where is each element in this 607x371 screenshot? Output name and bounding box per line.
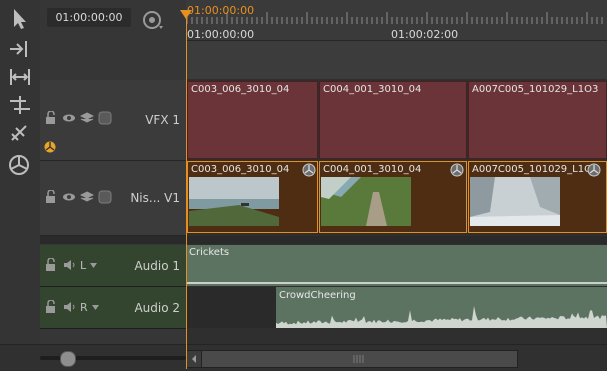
playhead-line[interactable] (186, 14, 187, 369)
lock-icon[interactable] (44, 300, 58, 314)
snap-target-icon[interactable] (140, 9, 166, 31)
audio1-track-header[interactable]: L Audio 1 (40, 245, 186, 287)
video-track-name: Nis... V1 (130, 191, 180, 205)
clip-label: C003_006_3010_04 (191, 164, 290, 175)
vfx-track-header[interactable]: VFX 1 (40, 80, 186, 161)
grip-icon (353, 355, 364, 363)
audio1-track-name: Audio 1 (134, 259, 180, 273)
scroll-left-button[interactable] (186, 350, 202, 368)
audio-clip-crickets[interactable]: Crickets (186, 245, 607, 286)
vfx-clip-2[interactable]: C004_001_3010_04 (319, 81, 467, 159)
vfx-track-lane: C003_006_3010_04 C004_001_3010_04 A007C0… (186, 80, 607, 160)
timeline-bottom-bar (0, 344, 607, 370)
audio1-track-lane: Crickets (186, 245, 607, 286)
waveform (186, 282, 607, 284)
slide-icon[interactable] (6, 92, 34, 118)
audio2-track-lane: CrowdCheering (186, 287, 607, 328)
channel-selector[interactable]: L (80, 259, 86, 272)
clip-label: C004_001_3010_04 (323, 164, 422, 175)
video-track-lane: C003_006_3010_04 C004_001_3010_04 A007C0… (186, 161, 607, 235)
audio2-track-header[interactable]: R Audio 2 (40, 287, 186, 329)
tool-palette (0, 0, 41, 369)
video-clip-1[interactable]: C003_006_3010_04 (187, 161, 318, 233)
select-arrow-icon[interactable] (6, 6, 34, 32)
layers-icon[interactable] (80, 111, 94, 125)
vfx-track-name: VFX 1 (145, 113, 180, 127)
clip-thumbnail (470, 177, 560, 226)
retime-badge-icon (450, 163, 464, 177)
lock-icon[interactable] (44, 190, 58, 204)
eye-icon[interactable] (62, 111, 76, 125)
eye-icon[interactable] (62, 190, 76, 204)
clip-label: A007C005_101029_L1O3 (472, 164, 599, 175)
retime-badge-icon (587, 163, 601, 177)
video-track-header[interactable]: Nis... V1 (40, 161, 186, 236)
ruler-mark-0: 01:00:00:00 (187, 28, 255, 41)
chevron-left-icon (192, 355, 196, 363)
video-clip-3[interactable]: A007C005_101029_L1O3 (468, 161, 607, 233)
audio-clip-crowdcheering[interactable]: CrowdCheering (276, 287, 607, 328)
speaker-icon[interactable] (62, 258, 76, 272)
slip-icon[interactable] (6, 64, 34, 90)
razor-icon[interactable] (6, 120, 34, 146)
clip-label: A007C005_101029_L1O3 (472, 84, 599, 95)
vfx-clip-1[interactable]: C003_006_3010_04 (187, 81, 318, 159)
multi-tool-icon[interactable] (6, 152, 34, 178)
horizontal-scrollbar-thumb[interactable] (201, 350, 518, 368)
audio2-track-name: Audio 2 (134, 301, 180, 315)
retime-badge-icon (302, 163, 316, 177)
blend-icon[interactable] (98, 111, 112, 125)
timeline-empty-strip (186, 41, 607, 79)
layers-icon[interactable] (80, 190, 94, 204)
clip-thumbnail (189, 177, 279, 226)
clip-label: C003_006_3010_04 (191, 84, 290, 95)
chevron-down-icon[interactable] (91, 304, 99, 310)
vfx-badge-icon (44, 141, 56, 153)
timeline-ruler[interactable]: 01:00:00:00 01:00:00:00 01:00:02:00 (186, 0, 607, 41)
track-insert-icon[interactable] (6, 36, 34, 62)
ruler-mark-1: 01:00:02:00 (391, 28, 459, 41)
vfx-clip-3[interactable]: A007C005_101029_L1O3 (468, 81, 607, 159)
waveform (276, 306, 607, 328)
track-divider[interactable] (40, 236, 607, 244)
channel-selector[interactable]: R (80, 301, 88, 314)
lock-icon[interactable] (44, 258, 58, 272)
lock-icon[interactable] (44, 111, 58, 125)
clip-label: CrowdCheering (279, 290, 356, 301)
clip-thumbnail (321, 177, 411, 226)
clip-label: Crickets (189, 247, 230, 258)
blend-icon[interactable] (98, 190, 112, 204)
chevron-down-icon[interactable] (90, 262, 98, 268)
current-timecode[interactable]: 01:00:00:00 (47, 8, 131, 27)
video-clip-2[interactable]: C004_001_3010_04 (319, 161, 467, 233)
speaker-icon[interactable] (62, 300, 76, 314)
clip-label: C004_001_3010_04 (323, 84, 422, 95)
playhead-timecode: 01:00:00:00 (187, 4, 255, 17)
zoom-slider-thumb[interactable] (60, 351, 76, 367)
